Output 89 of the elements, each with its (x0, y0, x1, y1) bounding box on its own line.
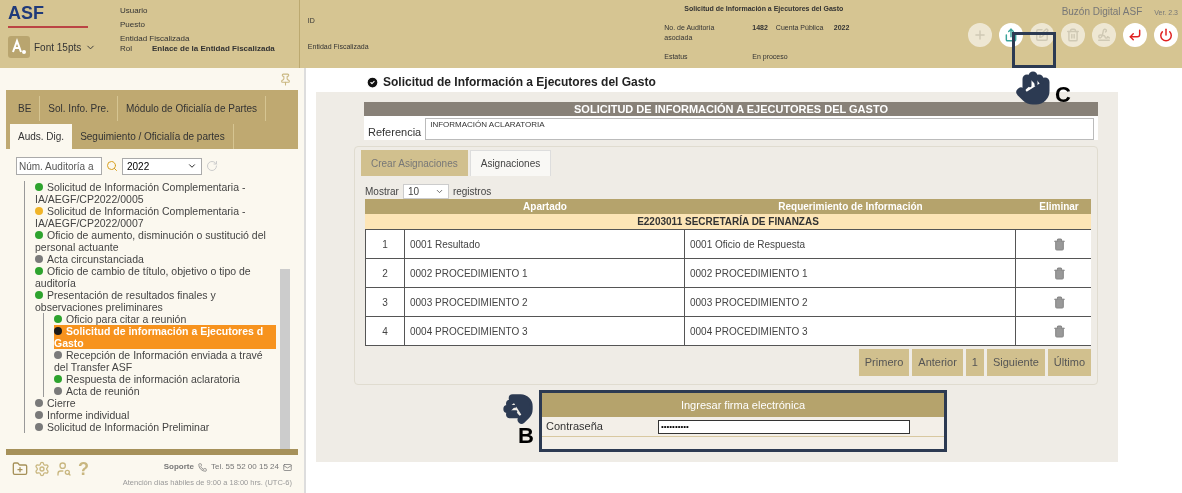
highlight-frame (1012, 32, 1056, 68)
support-label: Soporte (163, 461, 194, 473)
phone-number: Tel. 55 52 00 15 24 (210, 461, 279, 473)
trash-icon[interactable] (1052, 324, 1066, 338)
show-label: Mostrar (365, 185, 399, 199)
user-label: Usuario (120, 6, 149, 15)
user-label: Entidad Fiscalizada (120, 34, 191, 43)
font-size-icon[interactable] (8, 36, 30, 58)
table-cell: 0001 Resultado (405, 230, 685, 258)
tree-item[interactable]: Informe individual (35, 409, 276, 421)
password-label: Contraseña (546, 419, 603, 435)
signature-icon (1097, 28, 1111, 42)
refresh-icon[interactable] (206, 160, 218, 172)
trash-icon (1066, 28, 1080, 42)
tree-item[interactable]: Solicitud de Información Preliminar (35, 421, 276, 433)
chevron-down-icon (187, 161, 197, 171)
tree-item[interactable]: Respuesta de información aclaratoria (54, 373, 276, 385)
trash-icon[interactable] (1052, 237, 1066, 251)
add-icon (973, 28, 987, 42)
power-button[interactable] (1154, 23, 1178, 47)
pointing-hand-icon (1015, 70, 1051, 106)
annotation-label: B (518, 424, 534, 447)
table-cell: 0003 PROCEDIMIENTO 2 (405, 288, 685, 316)
tree-item[interactable]: Oficio para citar a reunión (54, 313, 276, 325)
rol-label: Rol (120, 44, 132, 53)
tree-item[interactable]: Acta de reunión (54, 385, 276, 397)
column-header: Requerimiento de Información (777, 200, 924, 214)
table-cell: 0004 PROCEDIMIENTO 3 (405, 317, 685, 345)
user-search-icon[interactable] (56, 461, 72, 477)
edit-icon (1035, 28, 1049, 42)
search-icon[interactable] (106, 160, 118, 172)
table-cell: 4 (365, 317, 405, 345)
return-icon (1128, 28, 1142, 42)
pagination-button[interactable]: Último (1047, 349, 1091, 376)
table-cell: 0002 PROCEDIMIENTO 1 (405, 259, 685, 287)
password-field[interactable]: •••••••••• (657, 419, 910, 434)
app-name: Buzón Digital ASF (1061, 5, 1143, 19)
phone-icon (197, 462, 207, 472)
tree-item[interactable]: Solicitud de Información Complementaria - IA/AEGF/CP2022/0005 (35, 181, 276, 205)
logo: ASF (8, 4, 88, 28)
share-icon (1004, 28, 1018, 42)
rol-value: Enlace de la Entidad Fiscalizada (152, 44, 275, 53)
tree-item[interactable]: Recepción de Información enviada a travé del Transfer ASF (54, 349, 276, 373)
sidebar-tab[interactable]: Auds. Dig. (10, 124, 73, 149)
column-header: Eliminar (1038, 200, 1080, 214)
table-cell: 0001 Oficio de Respuesta (685, 230, 1016, 258)
table-cell: 0003 PROCEDIMIENTO 2 (685, 288, 1016, 316)
audit-search-field[interactable]: Núm. Auditoría a (16, 157, 102, 175)
tree-item[interactable]: Acta circunstanciada (35, 253, 276, 265)
group-row: E2203011 SECRETARÍA DE FINANZAS (365, 214, 1091, 230)
table-cell: 0002 PROCEDIMIENTO 1 (685, 259, 1016, 287)
reference-label: Referencia (368, 124, 422, 140)
pin-icon[interactable] (279, 72, 292, 86)
tree-item[interactable]: Oficio de cambio de título, objetivo o tipo de auditoría (35, 265, 276, 289)
toolbar-button[interactable] (1123, 23, 1147, 47)
column-header: Apartado (522, 200, 568, 214)
year-select[interactable]: 2022 (122, 157, 202, 175)
scrollbar[interactable] (280, 269, 290, 449)
table-cell: 0004 PROCEDIMIENTO 3 (685, 317, 1016, 345)
check-icon (366, 75, 379, 89)
trash-icon[interactable] (1052, 295, 1066, 309)
tree-item[interactable]: Solicitud de Información Complementaria - IA/AEGF/CP2022/0007 (35, 205, 276, 229)
folder-icon[interactable] (12, 461, 28, 477)
panel-title: SOLICITUD DE INFORMACIÓN A EJECUTORES DEL GASTO (364, 102, 1098, 116)
chevron-down-icon (434, 187, 444, 196)
trash-icon[interactable] (1052, 266, 1066, 280)
page-size-select[interactable]: 10 (402, 184, 449, 199)
power-icon (1159, 28, 1173, 42)
tree-item[interactable]: Cierre (35, 397, 276, 409)
font-size-label: Font 15pts (34, 40, 82, 55)
settings-icon[interactable] (34, 461, 50, 477)
table-cell: 1 (365, 230, 405, 258)
pagination-button[interactable]: 1 (965, 349, 984, 376)
signature-title: Ingresar firma electrónica (542, 392, 944, 417)
tab[interactable]: Asignaciones (469, 150, 552, 176)
records-label: registros (452, 185, 492, 199)
table-cell: 2 (365, 259, 405, 287)
mail-icon[interactable] (283, 462, 292, 472)
section-heading: Solicitud de Información a Ejecutores del Gasto (383, 74, 656, 91)
tree-item[interactable]: Oficio de aumento, disminución o sustitució del personal actuante (35, 229, 276, 253)
pagination-button[interactable]: Primero (858, 349, 910, 376)
pagination-button[interactable]: Siguiente (986, 349, 1045, 376)
pagination-button[interactable]: Anterior (912, 349, 963, 376)
pointing-hand-icon (502, 392, 534, 425)
toolbar-button[interactable] (999, 23, 1023, 47)
user-label: Puesto (120, 20, 146, 29)
reference-field[interactable]: INFORMACIÓN ACLARATORIA (425, 118, 1094, 140)
tree-item[interactable]: Presentación de resultados finales y observaciones preliminares (35, 289, 276, 313)
table-cell: 3 (365, 288, 405, 316)
